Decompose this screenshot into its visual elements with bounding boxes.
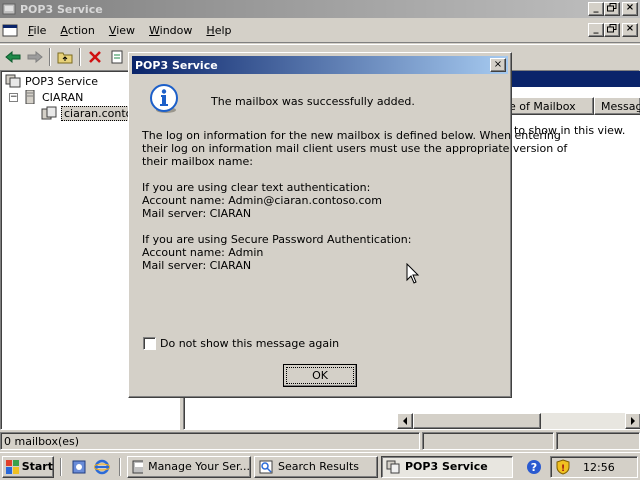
- properties-button[interactable]: [106, 47, 128, 67]
- console-icon: [2, 23, 18, 39]
- clear-text-account-name: Account name: Admin@ciaran.contoso.com: [142, 194, 382, 207]
- pop3-service-icon: [5, 74, 21, 88]
- dialog-title: POP3 Service: [135, 58, 218, 72]
- arrow-right-icon: [631, 417, 635, 425]
- mouse-cursor-icon: [406, 263, 420, 284]
- taskbar-separator: [60, 457, 62, 476]
- spa-account-name: Account name: Admin: [142, 246, 264, 259]
- close-button[interactable]: ×: [622, 2, 638, 16]
- horizontal-scrollbar[interactable]: [397, 413, 640, 429]
- do-not-show-checkbox[interactable]: [143, 337, 156, 350]
- column-header-messages[interactable]: Message: [594, 97, 640, 115]
- task-manage-your-server[interactable]: Manage Your Ser...: [127, 455, 251, 478]
- dialog-close-button[interactable]: ×: [490, 58, 506, 72]
- delete-button[interactable]: [84, 47, 106, 67]
- back-arrow-icon: [5, 50, 21, 63]
- task-pop3-service[interactable]: POP3 Service: [381, 455, 513, 478]
- tree-label: CIARAN: [42, 90, 84, 104]
- mailbox-added-dialog: POP3 Service × The mailbox was successfu…: [128, 52, 567, 398]
- svg-text:!: !: [561, 464, 565, 474]
- forward-button[interactable]: [24, 47, 46, 67]
- menu-action[interactable]: Action: [53, 22, 101, 39]
- menu-help[interactable]: Help: [199, 22, 238, 39]
- search-results-icon: [259, 460, 273, 473]
- arrow-left-icon: [403, 417, 407, 425]
- back-button[interactable]: [2, 47, 24, 67]
- server-manager-icon: [72, 460, 86, 473]
- tree-item-domain[interactable]: ciaran.contos: [41, 105, 142, 121]
- main-window-title: POP3 Service: [20, 2, 103, 16]
- tree-item-server[interactable]: − CIARAN: [9, 89, 83, 105]
- help-icon: ?: [527, 459, 541, 474]
- status-text: 0 mailbox(es): [0, 432, 420, 450]
- quicklaunch-internet-explorer[interactable]: [93, 458, 111, 476]
- spa-heading: If you are using Secure Password Authent…: [142, 233, 412, 246]
- dialog-intro-line: The log on information for the new mailb…: [142, 129, 561, 142]
- mdi-restore-button[interactable]: [604, 23, 620, 37]
- dialog-intro-line: their log on information mail client use…: [142, 142, 568, 155]
- mdi-minimize-button[interactable]: _: [588, 23, 604, 37]
- restore-icon: [607, 3, 617, 12]
- scroll-left-button[interactable]: [397, 413, 413, 429]
- menu-file[interactable]: File: [21, 22, 53, 39]
- help-tray-button[interactable]: ?: [525, 458, 543, 476]
- clear-text-mail-server: Mail server: CIARAN: [142, 207, 252, 220]
- toolbar-separator: [79, 47, 81, 66]
- task-search-results[interactable]: Search Results: [254, 455, 378, 478]
- scroll-right-button[interactable]: [625, 413, 640, 429]
- up-folder-icon: [57, 52, 73, 63]
- do-not-show-label[interactable]: Do not show this message again: [160, 337, 339, 350]
- delete-icon: [89, 50, 101, 63]
- menu-window[interactable]: Window: [142, 22, 199, 39]
- restore-icon: [607, 24, 617, 33]
- tree-label: POP3 Service: [25, 74, 99, 88]
- status-panel: [556, 432, 640, 450]
- manage-server-icon: [132, 460, 144, 473]
- ok-button[interactable]: OK: [283, 364, 357, 387]
- dialog-title-bar: POP3 Service ×: [132, 56, 508, 74]
- domain-icon: [41, 106, 57, 120]
- windows-logo-icon: [6, 459, 19, 474]
- internet-explorer-icon: [94, 459, 110, 474]
- start-button[interactable]: Start: [2, 455, 54, 478]
- dialog-headline: The mailbox was successfully added.: [211, 95, 415, 108]
- main-title-bar: POP3 Service _ ×: [0, 0, 640, 18]
- taskbar-separator: [119, 457, 121, 476]
- taskbar: Start Manage Your Ser... Search Results …: [0, 452, 640, 480]
- clock[interactable]: 12:56: [583, 461, 615, 474]
- system-tray: ! 12:56: [550, 456, 638, 478]
- mdi-close-button[interactable]: ×: [622, 23, 638, 37]
- up-one-level-button[interactable]: [54, 47, 76, 67]
- dialog-intro-line: their mailbox name:: [142, 155, 253, 168]
- info-icon: [150, 84, 178, 113]
- collapse-toggle[interactable]: −: [9, 92, 18, 102]
- security-shield-icon[interactable]: !: [555, 459, 571, 475]
- tree-item-pop3-service[interactable]: POP3 Service: [5, 73, 98, 89]
- clear-text-heading: If you are using clear text authenticati…: [142, 181, 371, 194]
- properties-icon: [111, 50, 123, 63]
- quicklaunch-server-manager[interactable]: [70, 458, 88, 476]
- menu-view[interactable]: View: [102, 22, 142, 39]
- spa-mail-server: Mail server: CIARAN: [142, 259, 252, 272]
- status-bar: 0 mailbox(es): [0, 432, 640, 450]
- menu-bar: File Action View Window Help _ ×: [0, 19, 640, 43]
- pop3-service-icon: [386, 460, 400, 473]
- minimize-button[interactable]: _: [588, 2, 604, 16]
- maximize-button[interactable]: [604, 2, 620, 16]
- forward-arrow-icon: [27, 50, 43, 63]
- column-header-size-of-mailbox[interactable]: e of Mailbox: [502, 97, 594, 115]
- toolbar-separator: [49, 47, 51, 66]
- svg-text:?: ?: [531, 461, 537, 474]
- status-panel: [422, 432, 554, 450]
- server-icon: [25, 90, 35, 104]
- scroll-thumb[interactable]: [413, 413, 541, 429]
- mmc-app-icon: [2, 2, 16, 16]
